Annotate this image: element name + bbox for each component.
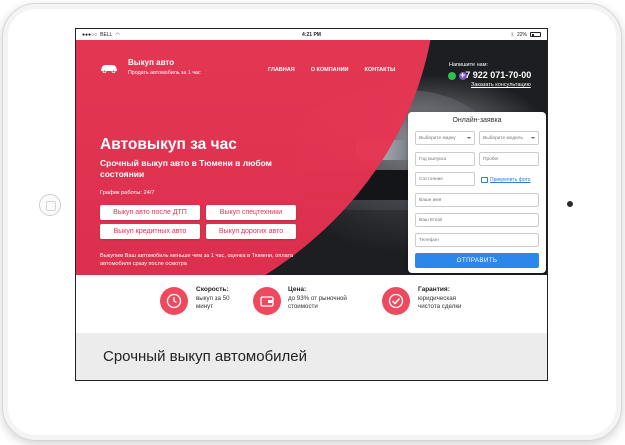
section-title: Срочный выкуп автомобилей [103,348,308,365]
contact-label: Напишите нам: [449,62,489,68]
brand-select[interactable]: Выберите марку [415,131,475,145]
hero-title: Автовыкуп за час [100,136,237,153]
tablet-screen: ●●●○○ BELL ◠ 4:21 PM ᛒ 22% Выкуп авто Пр… [75,28,548,381]
feature-speed-label: Скорость: [196,286,229,293]
logo-subtitle: Продать автомобиль за 1 час [128,70,201,76]
ipad-frame: ●●●○○ BELL ◠ 4:21 PM ᛒ 22% Выкуп авто Пр… [2,3,622,441]
mileage-input[interactable]: Пробег [479,152,539,166]
bluetooth-icon: ᛒ [510,31,514,38]
feature-guarantee-label: Гарантия: [418,286,450,293]
logo-title[interactable]: Выкуп авто [128,58,174,67]
hero-note: Выкупим Ваш автомобиль меньше чем за 1 ч… [100,253,294,267]
features-strip: Скорость: выкуп за 50 минут Цена: до 93%… [76,275,547,333]
attach-photo-link[interactable]: Прикрепить фото [481,177,531,183]
service-button-expensive[interactable]: Выкуп дорогих авто [206,224,296,239]
status-bar: ●●●○○ BELL ◠ 4:21 PM ᛒ 22% [76,29,547,40]
wifi-icon: ◠ [115,31,120,38]
service-button-special[interactable]: Выкуп спецтехники [206,205,296,220]
service-button-credit[interactable]: Выкуп кредитных авто [100,224,200,239]
email-input[interactable]: Ваш Email [415,213,539,227]
main-nav: ГЛАВНАЯ О КОМПАНИИ КОНТАКТЫ [268,67,395,73]
work-schedule: График работы: 24/7 [100,190,155,196]
battery-icon [530,32,541,37]
car-logo-icon [101,65,117,73]
service-button-accident[interactable]: Выкуп авто после ДТП [100,205,200,220]
feature-speed-text: выкуп за 50 минут [196,295,230,310]
submit-button[interactable]: ОТПРАВИТЬ [415,253,539,268]
form-title: Онлайн-заявка [452,117,502,124]
feature-guarantee-text: юридическая чистота сделки [418,295,462,310]
attach-photo-label: Прикрепить фото [490,177,531,183]
phone-input[interactable]: Телефон [415,233,539,247]
home-button[interactable] [39,194,61,216]
hero-subtitle: Срочный выкуп авто в Тюмени в любом сост… [100,158,272,179]
wallet-icon [253,287,281,315]
feature-price-text: до 93% от рыночной стоимости [288,295,347,310]
signal-icon: ●●●○○ [82,31,98,38]
clock-icon [160,287,188,315]
status-time: 4:21 PM [302,31,321,38]
carrier-label: BELL [100,31,113,38]
nav-home[interactable]: ГЛАВНАЯ [268,67,295,73]
phone-number[interactable]: +7 922 071-70-00 [460,70,531,80]
year-input[interactable]: Год выпуска [415,152,475,166]
whatsapp-icon[interactable] [448,72,456,80]
urgent-buyout-section: Срочный выкуп автомобилей [76,333,547,380]
condition-input[interactable]: Состояние [415,172,475,186]
order-consultation-link[interactable]: Заказать консультацию [471,82,531,88]
nav-contacts[interactable]: КОНТАКТЫ [365,67,396,73]
name-input[interactable]: Ваше имя [415,193,539,207]
front-camera [567,201,573,207]
model-select[interactable]: Выберите модель [479,131,539,145]
battery-percent: 22% [516,31,527,38]
feature-price-label: Цена: [288,286,307,293]
nav-about[interactable]: О КОМПАНИИ [311,67,349,73]
online-request-form: Онлайн-заявка Выберите марку Выберите мо… [408,112,546,273]
photo-icon [481,177,488,183]
check-icon [382,287,410,315]
